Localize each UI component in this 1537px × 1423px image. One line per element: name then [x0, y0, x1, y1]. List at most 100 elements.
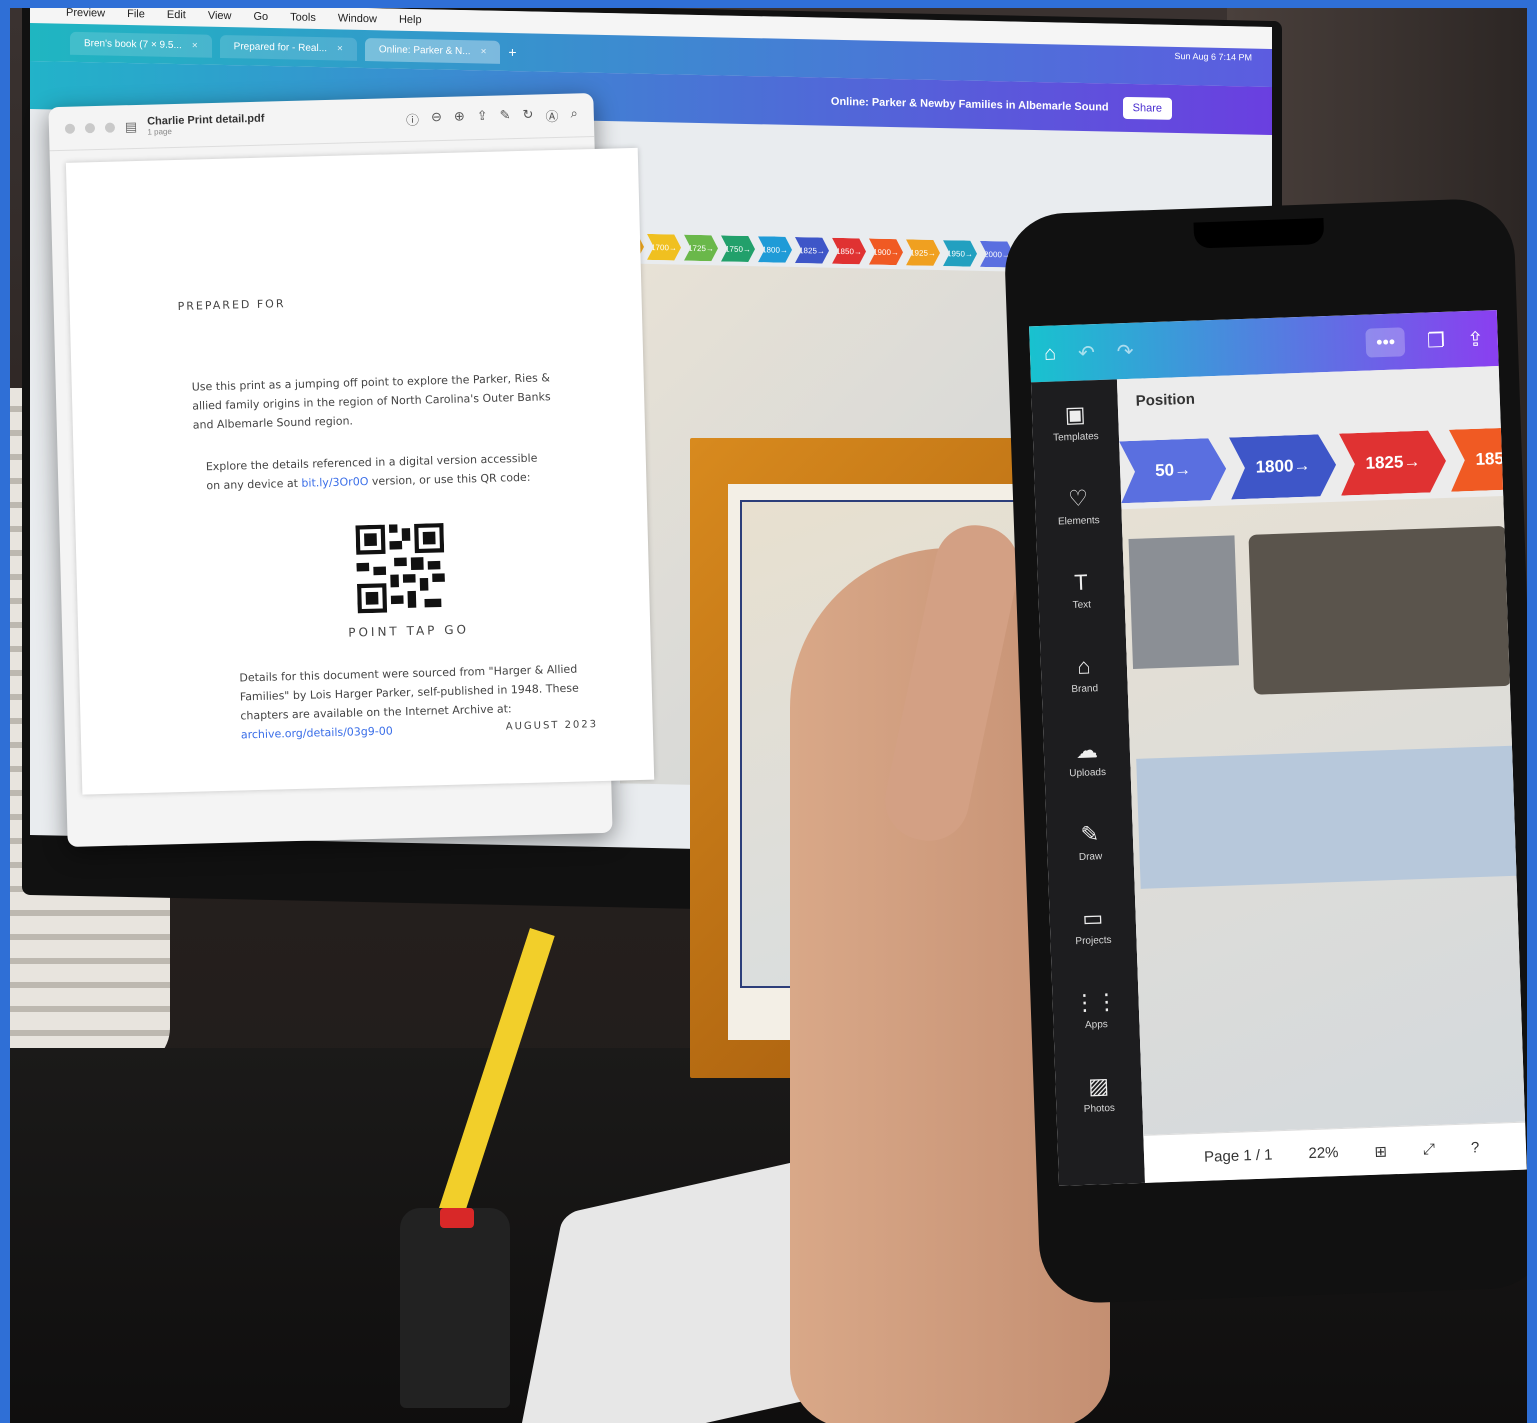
source-paragraph: Details for this document were sourced f…: [239, 659, 591, 744]
timeline-chip: 1825→: [795, 237, 829, 264]
zoom-level[interactable]: 22%: [1308, 1144, 1339, 1162]
toolbar-spacer: [1156, 343, 1345, 350]
zoom-out-icon[interactable]: ⊖: [431, 109, 442, 128]
sidebar-item-photos[interactable]: ▨ Photos: [1054, 1051, 1143, 1138]
menu-help[interactable]: Help: [399, 14, 422, 26]
sidebar-item-elements[interactable]: ♡ Elements: [1034, 463, 1123, 550]
design-title[interactable]: Online: Parker & Newby Families in Albem…: [831, 96, 1109, 114]
zoom-in-icon[interactable]: ⊕: [454, 108, 465, 127]
browser-tab-active[interactable]: Online: Parker & N... ×: [364, 37, 501, 64]
timeline-chip[interactable]: 1800→: [1229, 434, 1337, 500]
home-icon[interactable]: ⌂: [1044, 342, 1057, 365]
fullscreen-icon[interactable]: ⤢: [1423, 1141, 1436, 1158]
qr-code-image: [355, 523, 446, 614]
sidebar-item-draw[interactable]: ✎ Draw: [1046, 799, 1135, 886]
undo-icon[interactable]: ↶: [1078, 340, 1096, 366]
menu-view[interactable]: View: [208, 10, 232, 22]
timeline-chip: 1900→: [869, 239, 903, 266]
new-tab-icon[interactable]: +: [508, 44, 516, 60]
tab-label: Prepared for - Real...: [233, 40, 328, 54]
sidebar-item-brand[interactable]: ⌂ Brand: [1040, 631, 1129, 718]
browser-tab[interactable]: Bren's book (7 × 9.5... ×: [70, 31, 212, 58]
tape-measure-body: [400, 1208, 510, 1408]
apps-icon: ⋮⋮: [1073, 988, 1119, 1015]
timeline-chip[interactable]: 50→: [1119, 438, 1227, 504]
sidebar-item-label: Draw: [1078, 850, 1103, 863]
sidebar-toggle-icon[interactable]: ▤: [125, 118, 138, 134]
family-photo[interactable]: [1128, 535, 1239, 669]
timeline-chip: 1750→: [721, 235, 755, 262]
timeline-chip: 1925→: [906, 239, 940, 266]
smartphone: ⌂ ↶ ↷ ••• ❐ ⇪ ▣ Templates ♡ Elements T Text ⌂ B…: [1003, 197, 1527, 1305]
preview-window: ▤ Charlie Print detail.pdf 1 page ⓘ ⊖ ⊕ ⇪…: [48, 92, 655, 848]
menu-tools[interactable]: Tools: [290, 11, 316, 24]
timeline-chip: 1725→: [684, 235, 718, 262]
menu-edit[interactable]: Edit: [167, 9, 186, 21]
point-tap-go: POINT TAP GO: [348, 622, 470, 640]
close-icon[interactable]: ×: [192, 40, 198, 51]
sidebar-item-label: Templates: [1052, 430, 1099, 444]
window-minimize-button[interactable]: [84, 122, 96, 133]
timeline-chip: 1850→: [832, 238, 866, 265]
share-icon[interactable]: ⇪: [477, 108, 488, 127]
page-indicator[interactable]: Page 1 / 1: [1204, 1146, 1273, 1165]
sidebar-item-label: Apps: [1084, 1018, 1109, 1031]
pdf-page: PREPARED FOR Use this print as a jumping…: [65, 147, 655, 795]
more-options-icon[interactable]: •••: [1365, 326, 1406, 358]
sidebar-item-text[interactable]: T Text: [1037, 547, 1126, 634]
sidebar-item-apps[interactable]: ⋮⋮ Apps: [1052, 967, 1141, 1054]
timeline-chip[interactable]: 1850→: [1449, 426, 1527, 492]
para2-text-after: version, or use this QR code:: [368, 470, 531, 489]
annotate-icon[interactable]: Ⓐ: [545, 106, 559, 125]
intro-paragraph: Use this print as a jumping off point to…: [191, 371, 551, 432]
stereograph-photo[interactable]: [1248, 525, 1512, 695]
sidebar-item-label: Brand: [1071, 682, 1099, 695]
uploads-icon: ☁: [1075, 736, 1099, 763]
timeline-chip: 1800→: [758, 236, 792, 263]
menu-window[interactable]: Window: [338, 12, 377, 25]
timeline-chip: 1700→: [647, 234, 681, 261]
menu-go[interactable]: Go: [253, 11, 268, 23]
para3-text: Details for this document were sourced f…: [239, 662, 579, 723]
sidebar-item-uploads[interactable]: ☁ Uploads: [1043, 715, 1132, 802]
sidebar-item-templates[interactable]: ▣ Templates: [1031, 379, 1120, 466]
pages-icon[interactable]: ❐: [1427, 327, 1446, 353]
export-icon[interactable]: ⇪: [1467, 326, 1485, 352]
sidebar-item-label: Elements: [1057, 514, 1100, 527]
draw-icon: ✎: [1080, 820, 1100, 847]
info-icon[interactable]: ⓘ: [406, 110, 420, 129]
sidebar-item-label: Uploads: [1069, 766, 1107, 779]
phone-notch: [1193, 218, 1325, 249]
menu-preview[interactable]: Preview: [66, 8, 105, 20]
book-pages-panel[interactable]: [1136, 745, 1517, 889]
close-icon[interactable]: ×: [337, 43, 343, 54]
sidebar-item-label: Photos: [1083, 1102, 1116, 1115]
markup-icon[interactable]: ✎: [499, 107, 510, 126]
window-zoom-button[interactable]: [104, 122, 116, 133]
text-icon: T: [1073, 569, 1089, 595]
phone-screen: ⌂ ↶ ↷ ••• ❐ ⇪ ▣ Templates ♡ Elements T Text ⌂ B…: [1029, 310, 1527, 1186]
browser-tab[interactable]: Prepared for - Real... ×: [219, 34, 357, 61]
timeline-chip[interactable]: 1825→: [1339, 430, 1447, 496]
search-icon[interactable]: ⌕: [570, 105, 578, 124]
menu-file[interactable]: File: [127, 8, 145, 20]
brand-icon: ⌂: [1076, 652, 1091, 679]
window-close-button[interactable]: [64, 123, 76, 134]
grid-view-icon[interactable]: ⊞: [1374, 1142, 1387, 1160]
elements-icon: ♡: [1067, 484, 1089, 511]
help-icon[interactable]: ?: [1471, 1139, 1480, 1156]
close-icon[interactable]: ×: [481, 46, 487, 57]
rotate-icon[interactable]: ↻: [522, 107, 533, 126]
redo-icon[interactable]: ↷: [1116, 338, 1134, 364]
tab-label: Bren's book (7 × 9.5...: [84, 37, 182, 51]
share-button[interactable]: Share: [1122, 96, 1172, 120]
timeline-chip: 1950→: [943, 240, 977, 267]
tab-label: Online: Parker & N...: [378, 43, 471, 57]
archive-link[interactable]: archive.org/details/03g9-00: [241, 724, 393, 741]
sidebar-item-projects[interactable]: ▭ Projects: [1049, 883, 1138, 970]
photo-scene: Preview File Edit View Go Tools Window H…: [10, 8, 1527, 1423]
prepared-for-heading: PREPARED FOR: [177, 297, 286, 313]
bitly-link[interactable]: bit.ly/3Or0O: [301, 475, 368, 490]
position-label[interactable]: Position: [1135, 391, 1195, 410]
file-name: Charlie Print detail.pdf 1 page: [147, 113, 265, 137]
